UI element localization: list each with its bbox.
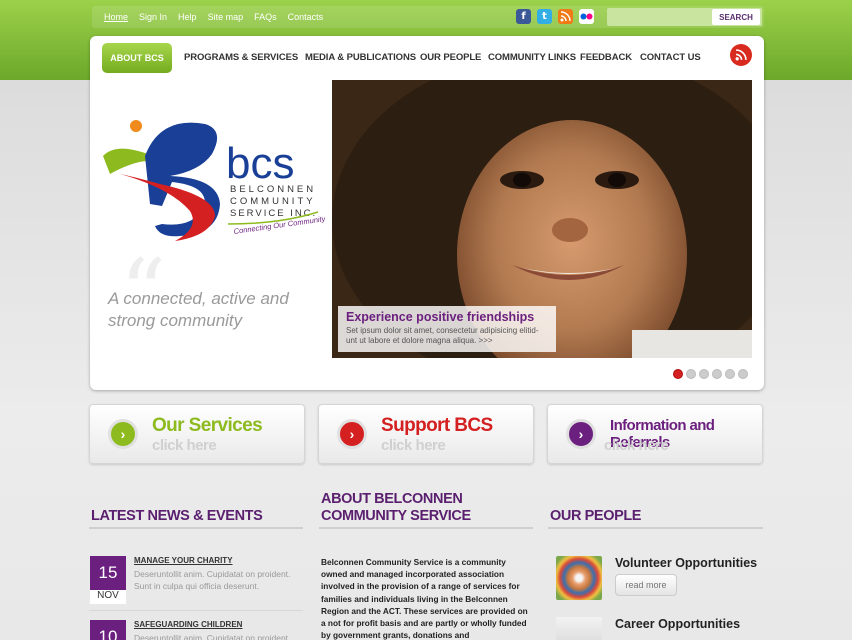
twitter-icon[interactable]: t [537, 9, 552, 24]
news-date-day: 15 [90, 556, 126, 590]
link-contacts[interactable]: Contacts [288, 12, 324, 22]
promo-information-referrals[interactable]: › Information and Referrals click here [547, 404, 763, 464]
chevron-right-icon: › [337, 419, 367, 449]
nav-about-bcs[interactable]: ABOUT BCS [102, 43, 172, 73]
promo-sub: click here [381, 437, 446, 454]
link-sign-in[interactable]: Sign In [139, 12, 167, 22]
link-help[interactable]: Help [178, 12, 197, 22]
tagline-line-2: strong community [108, 311, 243, 330]
facebook-icon[interactable]: f [516, 9, 531, 24]
hero-tagline: A connected, active and strong community [108, 288, 318, 332]
social-icons: f t [516, 9, 594, 24]
news-date-day: 10 [90, 620, 126, 640]
slide-dot-5[interactable] [725, 369, 735, 379]
nav-contact-us[interactable]: CONTACT US [640, 52, 701, 63]
rss-icon[interactable] [558, 9, 573, 24]
slide-dot-6[interactable] [738, 369, 748, 379]
news-desc: Deseruntollit anim. Cupidatat on proiden… [134, 633, 291, 640]
main-card: ABOUT BCS PROGRAMS & SERVICES MEDIA & PU… [90, 36, 764, 390]
news-item[interactable]: 15 NOV MANAGE YOUR CHARITY Deseruntollit… [90, 556, 300, 610]
volunteer-thumbnail [556, 556, 602, 600]
chevron-right-icon: › [566, 419, 596, 449]
promo-title: Our Services [152, 415, 263, 436]
caption-text: Set ipsum dolor sit amet, consectetur ad… [346, 326, 539, 345]
main-nav: ABOUT BCS PROGRAMS & SERVICES MEDIA & PU… [90, 36, 764, 80]
news-title[interactable]: MANAGE YOUR CHARITY [134, 556, 233, 565]
news-desc: Deseruntollit anim. Cupidatat on proiden… [134, 569, 291, 591]
nav-our-people[interactable]: OUR PEOPLE [420, 52, 481, 63]
link-site-map[interactable]: Site map [208, 12, 244, 22]
logo-line2: COMMUNITY [230, 196, 316, 207]
slide-dot-1[interactable] [673, 369, 683, 379]
search-input[interactable]: SEARCH [607, 8, 762, 26]
utility-links: Home Sign In Help Site map FAQs Contacts [104, 12, 323, 22]
about-divider [319, 527, 533, 529]
slide-dot-2[interactable] [686, 369, 696, 379]
rss-icon[interactable] [730, 44, 752, 66]
promo-sub: click here [152, 437, 217, 454]
news-title[interactable]: SAFEGUARDING CHILDREN [134, 620, 242, 629]
link-faqs[interactable]: FAQs [254, 12, 277, 22]
slide-dot-3[interactable] [699, 369, 709, 379]
promo-our-services[interactable]: › Our Services click here [89, 404, 305, 464]
news-item[interactable]: 10 SAFEGUARDING CHILDREN Deseruntollit a… [90, 620, 300, 640]
about-heading-line-1: ABOUT BELCONNEN [321, 491, 463, 507]
promo-support-bcs[interactable]: › Support BCS click here [318, 404, 534, 464]
nav-programs-services[interactable]: PROGRAMS & SERVICES [184, 52, 298, 63]
utility-bar: Home Sign In Help Site map FAQs Contacts… [92, 6, 764, 28]
news-divider [89, 527, 303, 529]
career-thumbnail [556, 617, 602, 640]
people-divider [548, 527, 763, 529]
people-title[interactable]: Volunteer Opportunities [615, 556, 757, 570]
news-date-month: NOV [90, 590, 126, 604]
nav-feedback[interactable]: FEEDBACK [580, 52, 632, 63]
slider-dots [673, 369, 748, 379]
bcs-logo[interactable]: bcs BELCONNEN COMMUNITY SERVICE INC. Con… [100, 116, 327, 251]
tagline-line-1: A connected, active and [108, 289, 289, 308]
promo-sub: click here [604, 437, 669, 454]
chevron-right-icon: › [108, 419, 138, 449]
logo-line1: BELCONNEN [230, 184, 316, 195]
nav-community-links[interactable]: COMMUNITY LINKS [488, 52, 576, 63]
hero-caption[interactable]: Experience positive friendships Set ipsu… [338, 306, 556, 352]
about-text: Belconnen Community Service is a communi… [321, 557, 528, 640]
search-button[interactable]: SEARCH [712, 9, 760, 25]
logo-abbr: bcs [226, 139, 294, 188]
nav-media-publications[interactable]: MEDIA & PUBLICATIONS [305, 52, 416, 63]
slide-dot-4[interactable] [712, 369, 722, 379]
news-item-divider [89, 610, 303, 611]
people-item-career[interactable]: Career Opportunities [556, 617, 761, 640]
people-title[interactable]: Career Opportunities [615, 617, 740, 631]
link-home[interactable]: Home [104, 12, 128, 22]
promo-title: Support BCS [381, 415, 493, 436]
about-heading-line-2: COMMUNITY SERVICE [321, 508, 471, 524]
caption-title: Experience positive friendships [346, 310, 535, 324]
people-item-volunteer[interactable]: Volunteer Opportunities read more [556, 556, 761, 602]
news-heading: LATEST NEWS & EVENTS [91, 508, 263, 524]
flickr-icon[interactable] [579, 9, 594, 24]
about-heading: ABOUT BELCONNEN COMMUNITY SERVICE [321, 491, 471, 525]
people-heading: OUR PEOPLE [550, 508, 642, 524]
read-more-button[interactable]: read more [615, 574, 677, 596]
